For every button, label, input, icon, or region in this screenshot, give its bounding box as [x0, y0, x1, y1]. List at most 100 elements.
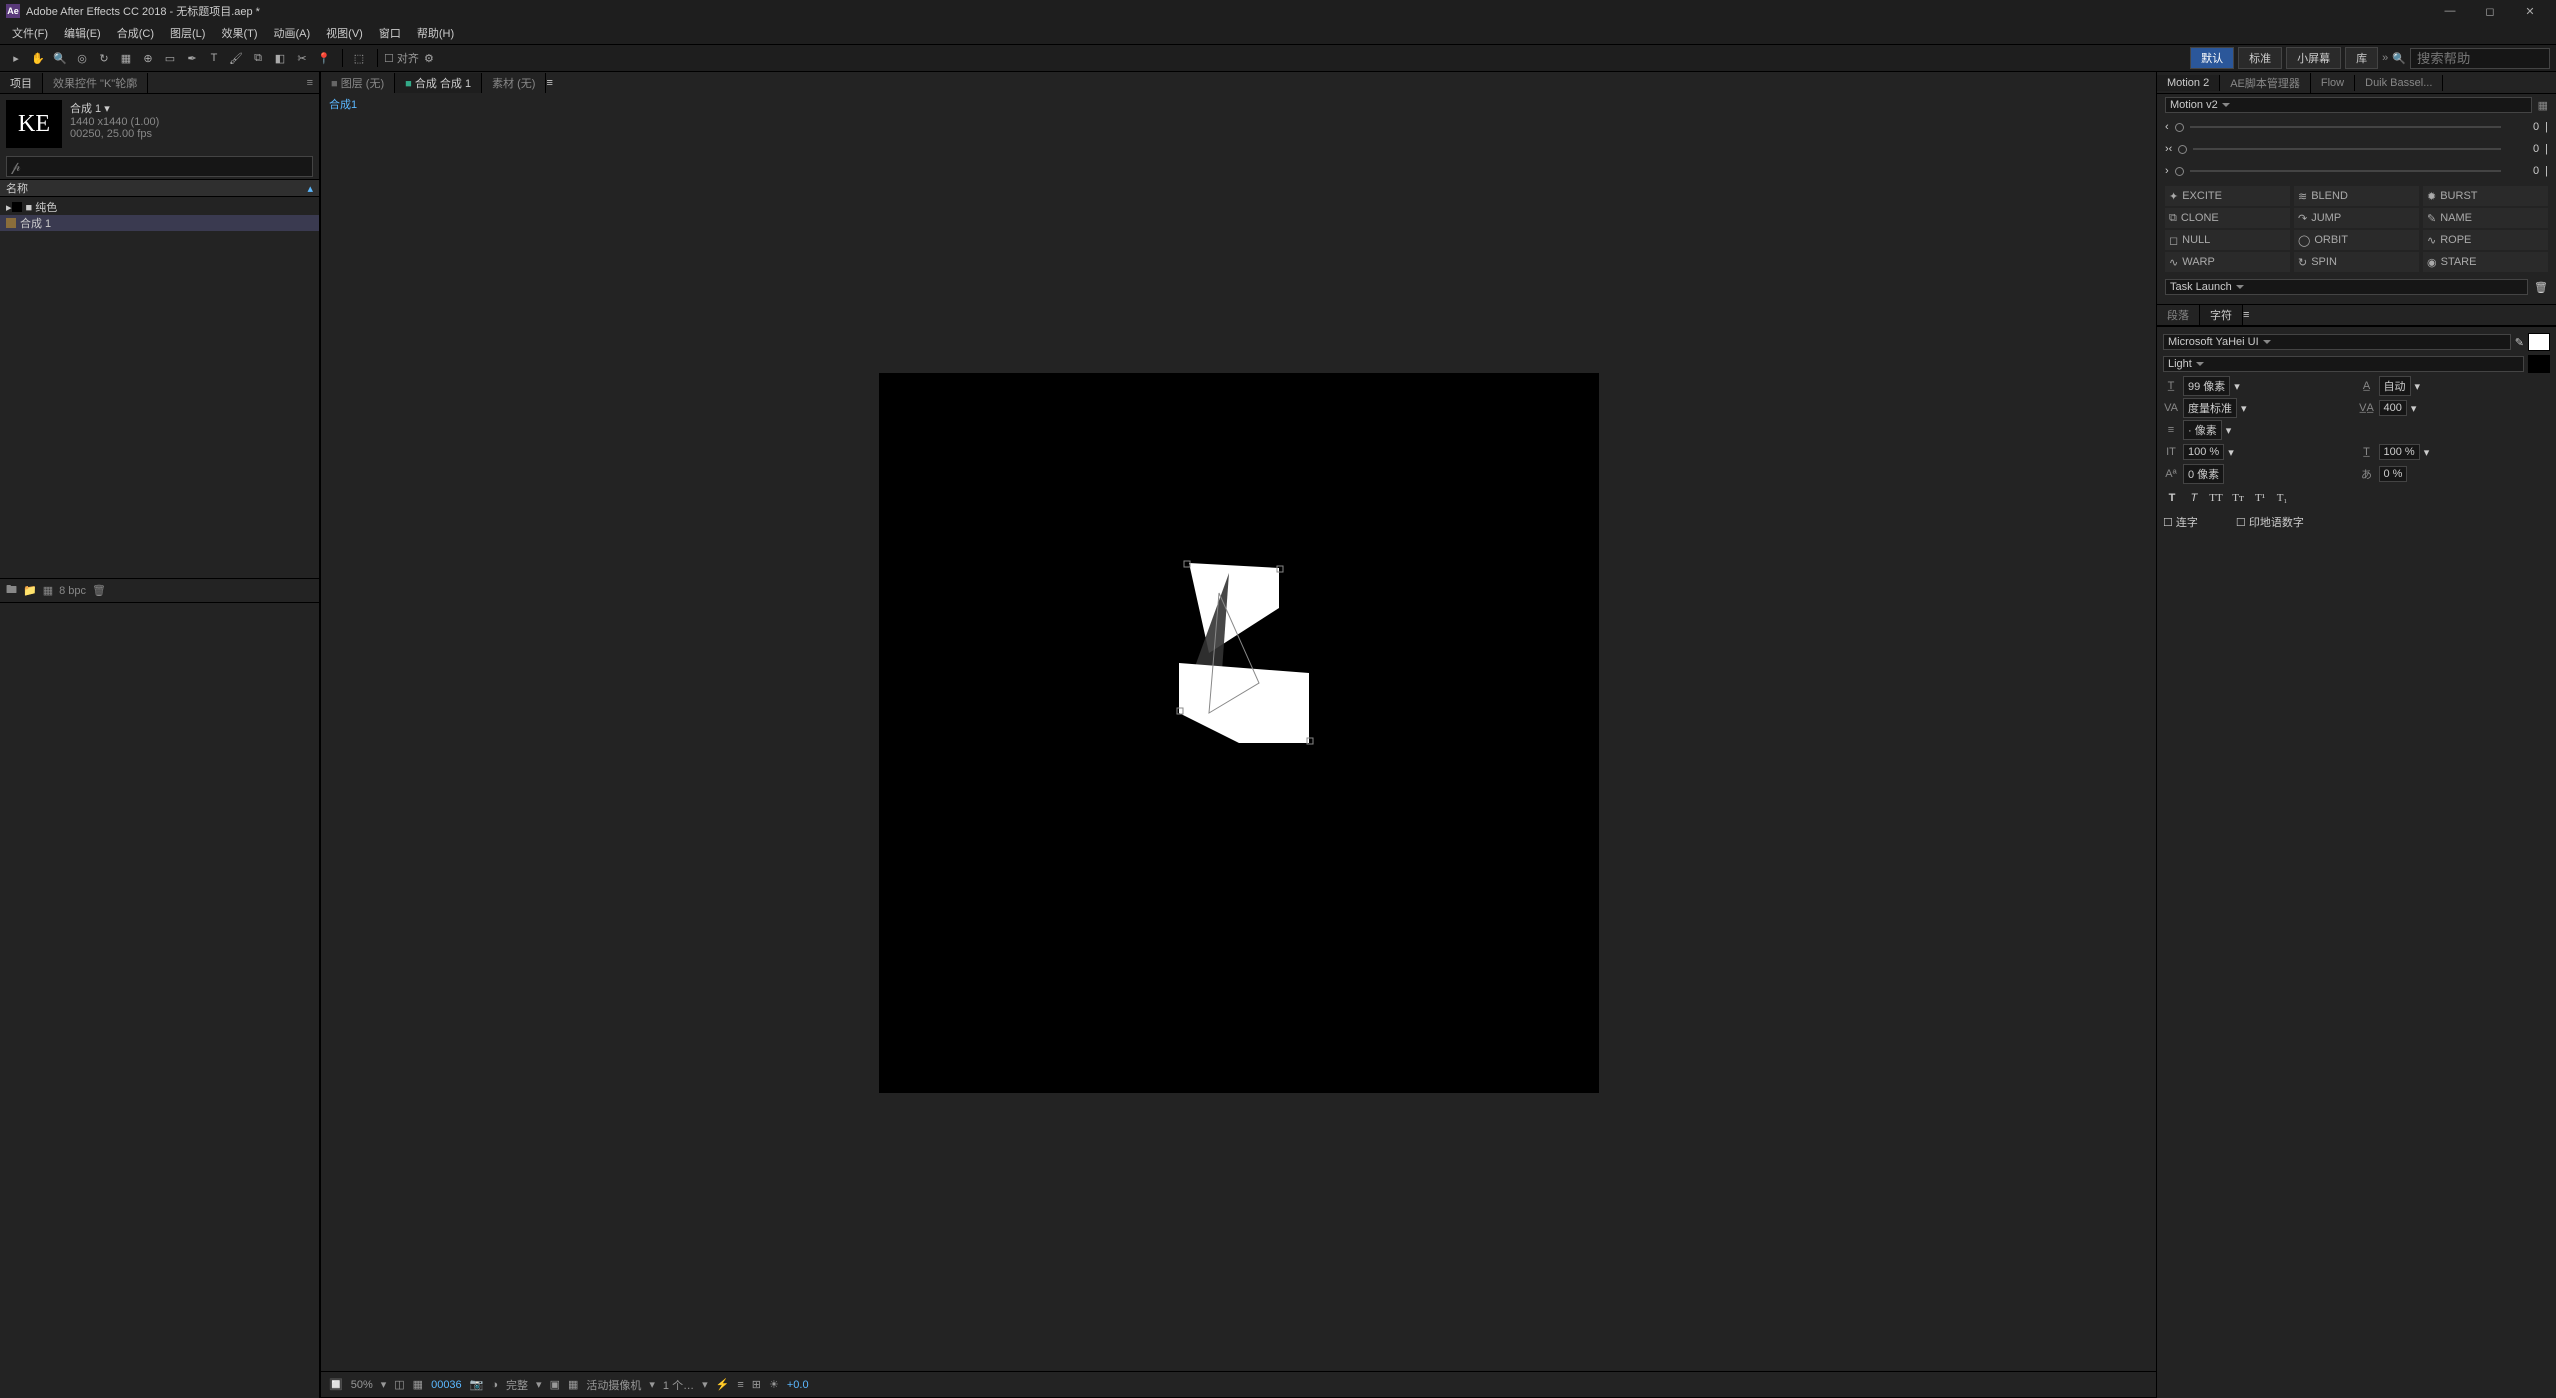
vscale[interactable]: 100 % [2183, 444, 2224, 460]
grid-icon[interactable]: ▦ [413, 1378, 423, 1391]
resolution-dropdown[interactable]: 完整 [506, 1377, 528, 1393]
menu-edit[interactable]: 编辑(E) [56, 23, 109, 43]
tab-layer-none[interactable]: ■ 图层 (无) [321, 73, 395, 93]
shape-tool-icon[interactable]: ▭ [160, 48, 180, 68]
motion-orbit[interactable]: ◯ ORBIT [2294, 230, 2419, 250]
maximize-button[interactable]: ◻ [2470, 0, 2510, 22]
search-help-input[interactable] [2410, 48, 2550, 69]
tab-flow[interactable]: Flow [2311, 75, 2355, 91]
trash-icon[interactable]: 🗑 [2534, 281, 2548, 294]
tab-duik[interactable]: Duik Bassel... [2355, 75, 2443, 91]
anchor-grid-icon[interactable]: ▦ [2538, 99, 2548, 112]
close-button[interactable]: ✕ [2510, 0, 2550, 22]
tab-character[interactable]: 字符 [2200, 305, 2243, 325]
motion-spin[interactable]: ↻ SPIN [2294, 252, 2419, 272]
motion-excite[interactable]: ✦ EXCITE [2165, 186, 2290, 206]
workspace-default[interactable]: 默认 [2190, 47, 2234, 69]
tab-comp[interactable]: ■ 合成 合成 1 [395, 73, 482, 93]
roi-icon[interactable]: ▣ [550, 1378, 560, 1391]
hindi-digits-checkbox[interactable]: ☐ 印地语数字 [2236, 514, 2304, 530]
menu-effect[interactable]: 效果(T) [213, 23, 265, 43]
panel-menu-icon[interactable]: ≡ [2243, 309, 2249, 321]
roto-tool-icon[interactable]: ✂ [292, 48, 312, 68]
stroke-menu-icon[interactable]: ≡ [2163, 424, 2179, 436]
menu-comp[interactable]: 合成(C) [109, 23, 162, 43]
menu-file[interactable]: 文件(F) [4, 23, 56, 43]
zoom-tool-icon[interactable]: 🔍 [50, 48, 70, 68]
subscript-button[interactable]: T₁ [2273, 489, 2291, 507]
tracking[interactable]: 400 [2379, 400, 2407, 416]
pen-tool-icon[interactable]: ✒ [182, 48, 202, 68]
task-launch-dropdown[interactable]: Task Launch [2165, 279, 2528, 295]
project-item-solids[interactable]: ▸ ■ 纯色 [0, 199, 319, 215]
tab-footage[interactable]: 素材 (无) [482, 73, 546, 93]
eyedropper-icon[interactable]: ✎ [2515, 336, 2524, 349]
kerning[interactable]: 度量标准 [2183, 398, 2237, 418]
motion-jump[interactable]: ↷ JUMP [2294, 208, 2419, 228]
type-tool-icon[interactable]: T [204, 48, 224, 68]
motion-rope[interactable]: ∿ ROPE [2423, 230, 2548, 250]
anchor-tool-icon[interactable]: ⊕ [138, 48, 158, 68]
views-dropdown[interactable]: 1 个… [663, 1377, 694, 1393]
snapshot-icon[interactable]: 📷 [470, 1378, 484, 1391]
tab-script-mgr[interactable]: AE脚本管理器 [2220, 73, 2311, 93]
snap-menu-icon[interactable]: ⚙ [419, 48, 439, 68]
camera-dropdown[interactable]: 活动摄像机 [586, 1377, 641, 1393]
stroke-swatch[interactable] [2528, 355, 2550, 373]
flowchart-icon[interactable]: ⊞ [752, 1378, 761, 1391]
motion-slider-1[interactable] [2190, 126, 2501, 128]
font-family-dropdown[interactable]: Microsoft YaHei UI [2163, 334, 2511, 350]
magnify-icon[interactable]: 🔲 [329, 1378, 343, 1391]
tab-motion2[interactable]: Motion 2 [2157, 75, 2220, 91]
font-size[interactable]: 99 像素 [2183, 376, 2230, 396]
channel-icon[interactable]: ◑ [491, 1379, 498, 1391]
allcaps-button[interactable]: TT [2207, 489, 2225, 507]
puppet-tool-icon[interactable]: 📍 [314, 48, 334, 68]
canvas[interactable] [879, 373, 1599, 1093]
baseline[interactable]: 0 像素 [2183, 464, 2224, 484]
motion-clone[interactable]: ⧉ CLONE [2165, 208, 2290, 228]
comp-thumbnail[interactable]: KE [6, 100, 62, 148]
workspace-standard[interactable]: 标准 [2238, 47, 2282, 69]
camera-tool-icon[interactable]: ▦ [116, 48, 136, 68]
smallcaps-button[interactable]: Tᴛ [2229, 489, 2247, 507]
local-axis-icon[interactable]: ⬚ [349, 48, 369, 68]
selection-tool-icon[interactable]: ▸ [6, 48, 26, 68]
interpret-icon[interactable]: 🖿 [6, 581, 17, 600]
panel-menu-icon[interactable]: ≡ [301, 77, 319, 89]
tsume[interactable]: 0 % [2379, 466, 2408, 482]
fast-preview-icon[interactable]: ⚡ [716, 1378, 730, 1391]
workspace-lib[interactable]: 库 [2345, 47, 2378, 69]
rotate-tool-icon[interactable]: ↻ [94, 48, 114, 68]
motion-slider-2[interactable] [2193, 148, 2501, 150]
bold-button[interactable]: T [2163, 489, 2181, 507]
menu-view[interactable]: 视图(V) [318, 23, 371, 43]
motion-burst[interactable]: ✹ BURST [2423, 186, 2548, 206]
motion-null[interactable]: ◻ NULL [2165, 230, 2290, 250]
leading[interactable]: 自动 [2379, 376, 2411, 396]
italic-button[interactable]: T [2185, 489, 2203, 507]
transparency-icon[interactable]: ▦ [568, 1378, 578, 1391]
tab-project[interactable]: 项目 [0, 73, 43, 93]
motion2-dropdown[interactable]: Motion v2 [2165, 97, 2532, 113]
motion-blend[interactable]: ≋ BLEND [2294, 186, 2419, 206]
brush-tool-icon[interactable]: 🖌 [226, 48, 246, 68]
zoom-dropdown[interactable]: 50% [351, 1379, 373, 1391]
menu-layer[interactable]: 图层(L) [162, 23, 213, 43]
clone-tool-icon[interactable]: ⧉ [248, 48, 268, 68]
trash-icon[interactable]: 🗑 [92, 584, 106, 597]
new-comp-icon[interactable]: ▦ [43, 584, 53, 597]
exposure[interactable]: +0.0 [787, 1379, 809, 1391]
motion-radio-3[interactable] [2175, 167, 2184, 176]
new-folder-icon[interactable]: 📁 [23, 584, 37, 597]
orbit-tool-icon[interactable]: ◎ [72, 48, 92, 68]
menu-help[interactable]: 帮助(H) [409, 23, 462, 43]
font-weight-dropdown[interactable]: Light [2163, 356, 2524, 372]
workspace-small[interactable]: 小屏幕 [2286, 47, 2341, 69]
snap-checkbox[interactable]: ☐ 对齐 [384, 50, 419, 66]
stroke-width[interactable]: · 像素 [2183, 420, 2222, 440]
motion-slider-3[interactable] [2190, 170, 2501, 172]
fill-swatch[interactable] [2528, 333, 2550, 351]
motion-radio-1[interactable] [2175, 123, 2184, 132]
minimize-button[interactable]: — [2430, 0, 2470, 22]
